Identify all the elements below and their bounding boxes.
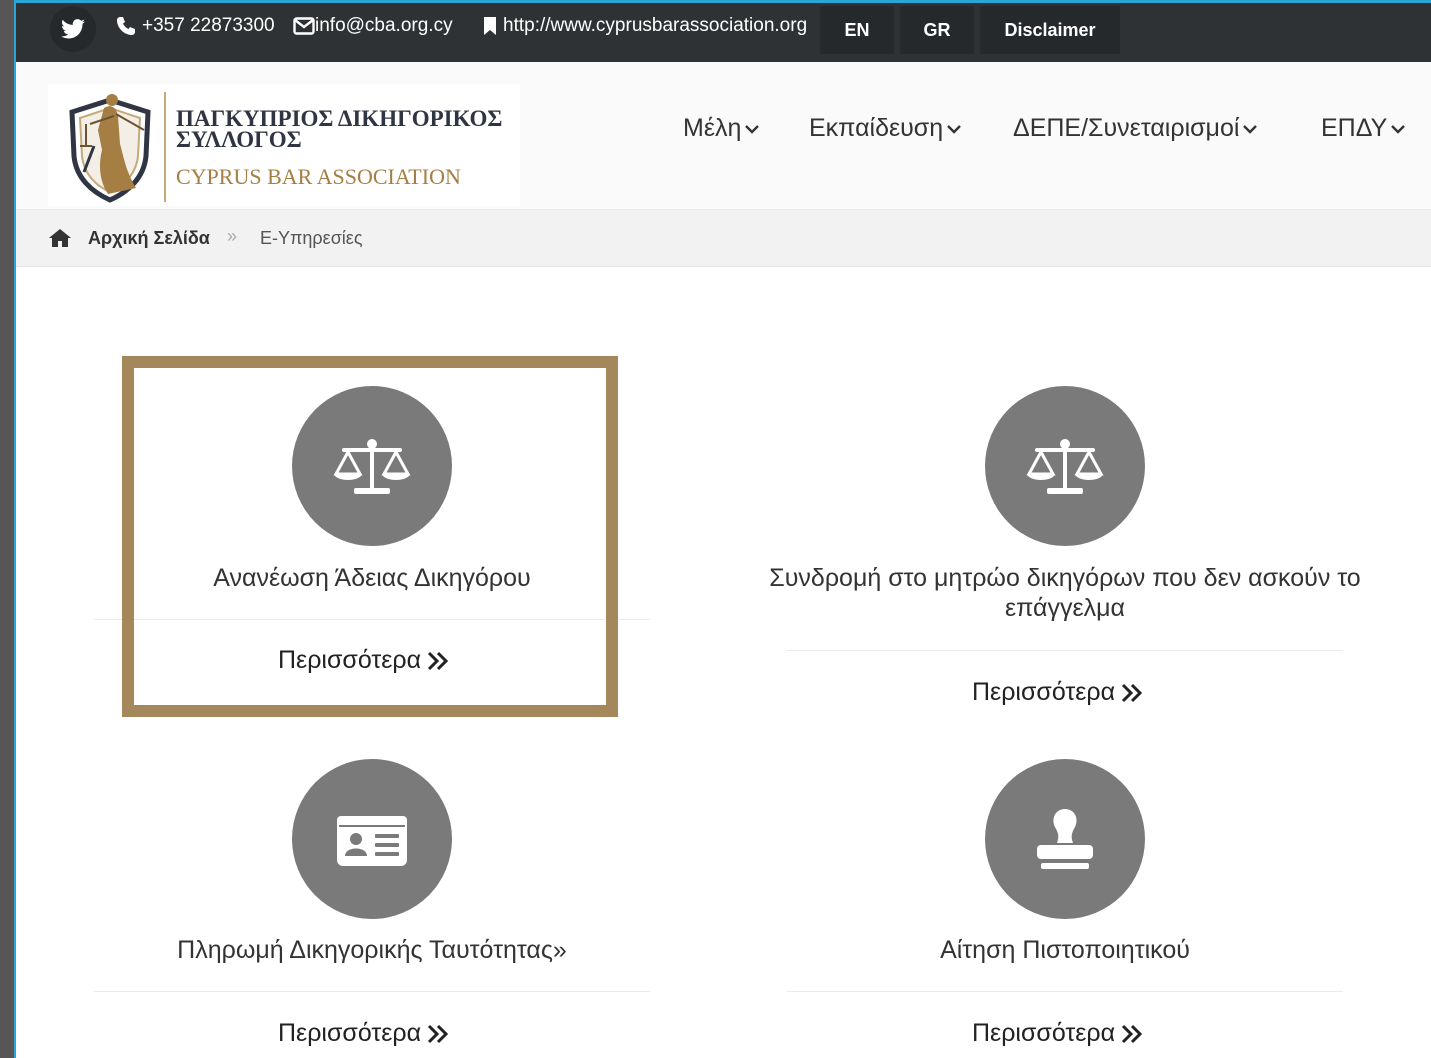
stamp-icon bbox=[985, 759, 1145, 919]
envelope-icon bbox=[293, 17, 315, 35]
balance-scale-icon bbox=[985, 386, 1145, 546]
website-link[interactable]: http://www.cyprusbarassociation.org bbox=[483, 15, 807, 37]
twitter-icon[interactable] bbox=[50, 6, 96, 52]
lady-justice-logo-icon bbox=[69, 94, 151, 203]
site-logo[interactable]: ΠΑΓΚΥΠΡΙΟΣ ΔΙΚΗΓΟΡΙΚΟΣ ΣΥΛΛΟΓΟΣ CYPRUS B… bbox=[48, 84, 520, 206]
logo-divider bbox=[164, 92, 166, 202]
nav-item-members[interactable]: Μέλη bbox=[683, 114, 760, 143]
top-bar: +357 22873300 info@cba.org.cy http://www… bbox=[14, 3, 1431, 62]
double-chevron-right-icon bbox=[428, 1024, 449, 1043]
bookmark-icon bbox=[484, 17, 496, 35]
nav-item-label: Μέλη bbox=[683, 114, 742, 142]
nav-item-epdy[interactable]: ΕΠΔΥ bbox=[1321, 114, 1406, 143]
disclaimer-button[interactable]: Disclaimer bbox=[980, 6, 1120, 54]
more-link-label: Περισσότερα bbox=[972, 678, 1116, 706]
nav-item-label: Εκπαίδευση bbox=[809, 114, 944, 142]
email-address: info@cba.org.cy bbox=[315, 15, 453, 36]
breadcrumb-separator-icon: » bbox=[227, 226, 238, 246]
phone-contact[interactable]: +357 22873300 bbox=[116, 15, 275, 37]
website-url: http://www.cyprusbarassociation.org bbox=[503, 15, 808, 36]
more-link[interactable]: Περισσότερα bbox=[972, 1019, 1143, 1048]
service-title: Συνδρομή στο μητρώο δικηγόρων που δεν ασ… bbox=[769, 564, 1361, 622]
breadcrumb: Αρχική Σελίδα » Ε-Υπηρεσίες bbox=[14, 210, 1431, 267]
double-chevron-right-icon bbox=[1122, 1024, 1143, 1043]
service-title: Αίτηση Πιστοποιητικού bbox=[940, 936, 1190, 964]
phone-icon bbox=[117, 17, 135, 35]
chevron-down-icon bbox=[745, 124, 760, 134]
highlight-frame bbox=[122, 356, 618, 717]
logo-english-name: CYPRUS BAR ASSOCIATION bbox=[176, 164, 461, 189]
site-header: ΠΑΓΚΥΠΡΙΟΣ ΔΙΚΗΓΟΡΙΚΟΣ ΣΥΛΛΟΓΟΣ CYPRUS B… bbox=[14, 62, 1431, 210]
card-divider bbox=[787, 650, 1343, 651]
browser-page: +357 22873300 info@cba.org.cy http://www… bbox=[14, 0, 1431, 1058]
logo-greek-line1: ΠΑΓΚΥΠΡΙΟΣ ΔΙΚΗΓΟΡΙΚΟΣ bbox=[176, 106, 503, 131]
more-link[interactable]: Περισσότερα bbox=[278, 1019, 449, 1048]
logo-greek-name: ΠΑΓΚΥΠΡΙΟΣ ΔΙΚΗΓΟΡΙΚΟΣ ΣΥΛΛΟΓΟΣ bbox=[176, 106, 503, 152]
phone-number: +357 22873300 bbox=[142, 15, 275, 36]
nav-item-label: ΕΠΔΥ bbox=[1321, 114, 1388, 142]
breadcrumb-home-link[interactable]: Αρχική Σελίδα bbox=[88, 228, 210, 249]
nav-item-companies[interactable]: ΔΕΠΕ/Συνεταιρισμοί bbox=[1013, 114, 1258, 143]
service-title: Πληρωμή Δικηγορικής Ταυτότητας» bbox=[177, 936, 567, 964]
id-card-icon bbox=[292, 759, 452, 919]
email-contact[interactable]: info@cba.org.cy bbox=[293, 15, 453, 37]
lang-en-button[interactable]: EN bbox=[820, 6, 894, 54]
card-divider bbox=[787, 991, 1343, 992]
chevron-down-icon bbox=[1391, 124, 1406, 134]
chevron-down-icon bbox=[947, 124, 962, 134]
double-chevron-right-icon bbox=[1122, 683, 1143, 702]
frame-edge-line bbox=[14, 0, 16, 1058]
breadcrumb-current: Ε-Υπηρεσίες bbox=[260, 228, 363, 248]
nav-item-label: ΔΕΠΕ/Συνεταιρισμοί bbox=[1013, 114, 1240, 142]
more-link-label: Περισσότερα bbox=[972, 1019, 1116, 1047]
home-icon[interactable] bbox=[48, 228, 72, 248]
card-divider bbox=[94, 991, 650, 992]
more-link[interactable]: Περισσότερα bbox=[972, 678, 1143, 707]
nav-item-education[interactable]: Εκπαίδευση bbox=[809, 114, 962, 143]
more-link-label: Περισσότερα bbox=[278, 1019, 422, 1047]
chevron-down-icon bbox=[1243, 124, 1258, 134]
lang-gr-button[interactable]: GR bbox=[900, 6, 974, 54]
logo-greek-line2: ΣΥΛΛΟΓΟΣ bbox=[176, 127, 302, 152]
